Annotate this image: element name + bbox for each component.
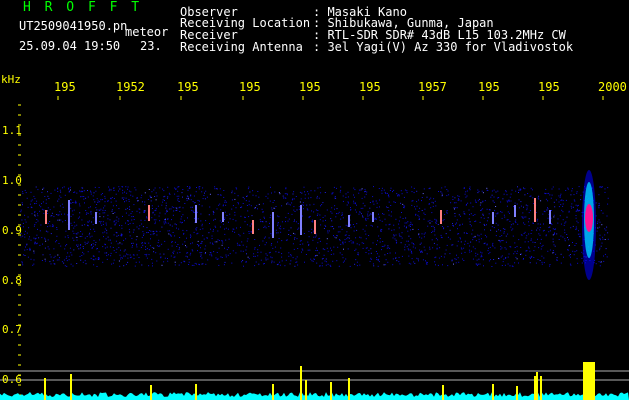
echo-streak [440,210,442,224]
echo-streak [492,212,494,224]
antenna-label: Receiving Antenna [180,40,303,54]
x-tick-label: 195 [299,80,321,94]
signal-spike [516,386,518,400]
y-tick-label: 1.1 [2,124,22,137]
x-tick-label: 1957 [418,80,447,94]
date-time: 25.09.04 19:50 [19,39,121,53]
signal-spike [492,384,494,400]
echo-streak [252,220,254,234]
x-tick-label: 195 [359,80,381,94]
echo-streak [45,210,47,224]
echo-streak [549,210,551,224]
signal-spike [348,378,350,400]
signal-spike [442,385,444,400]
echo-streak [95,212,97,224]
echo-streak [372,212,374,222]
file-name: UT2509041950.pn [19,19,128,33]
echo-streak [272,212,274,238]
y-tick-label: 0.9 [2,224,22,237]
y-tick-label: 1.0 [2,174,22,187]
signal-spike [272,384,274,400]
x-tick-label: 195 [538,80,560,94]
signal-spike [70,374,72,400]
mode-label: meteor [125,25,169,39]
signal-spike [536,372,538,400]
signal-spike [44,378,46,400]
signal-spike [195,384,197,400]
antenna-value: : 3el Yagi(V) Az 330 for Vladivostok [313,40,574,54]
signal-spike [300,366,302,400]
echo-streak [148,205,150,221]
y-tick-label: 0.8 [2,274,22,287]
signal-spike [540,376,542,400]
x-tick-label: 2000 [598,80,627,94]
echo-streak [534,198,536,222]
signal-spike [534,376,536,400]
y-tick-label: 0.6 [2,373,22,386]
app-title: H R O F F T [23,0,143,15]
echo-core [585,204,593,232]
y-tick-label: 0.7 [2,323,22,336]
echo-streak [300,205,302,235]
echo-streak [68,200,70,230]
frame-number: 23. [140,39,162,53]
x-tick-label: 195 [239,80,261,94]
x-tick-label: 195 [478,80,500,94]
signal-spike [150,385,152,400]
signal-spike-large [583,362,595,400]
signal-spike [305,380,307,400]
x-tick-label: 195 [54,80,76,94]
echo-streak [222,212,224,222]
echo-streak [314,220,316,234]
y-axis-unit: kHz [1,73,21,86]
x-tick-label: 1952 [116,80,145,94]
x-tick-label: 195 [177,80,199,94]
signal-spike [330,382,332,400]
echo-streak [514,205,516,217]
spectrogram [0,96,629,400]
echo-streak [195,205,197,223]
echo-streak [348,215,350,227]
